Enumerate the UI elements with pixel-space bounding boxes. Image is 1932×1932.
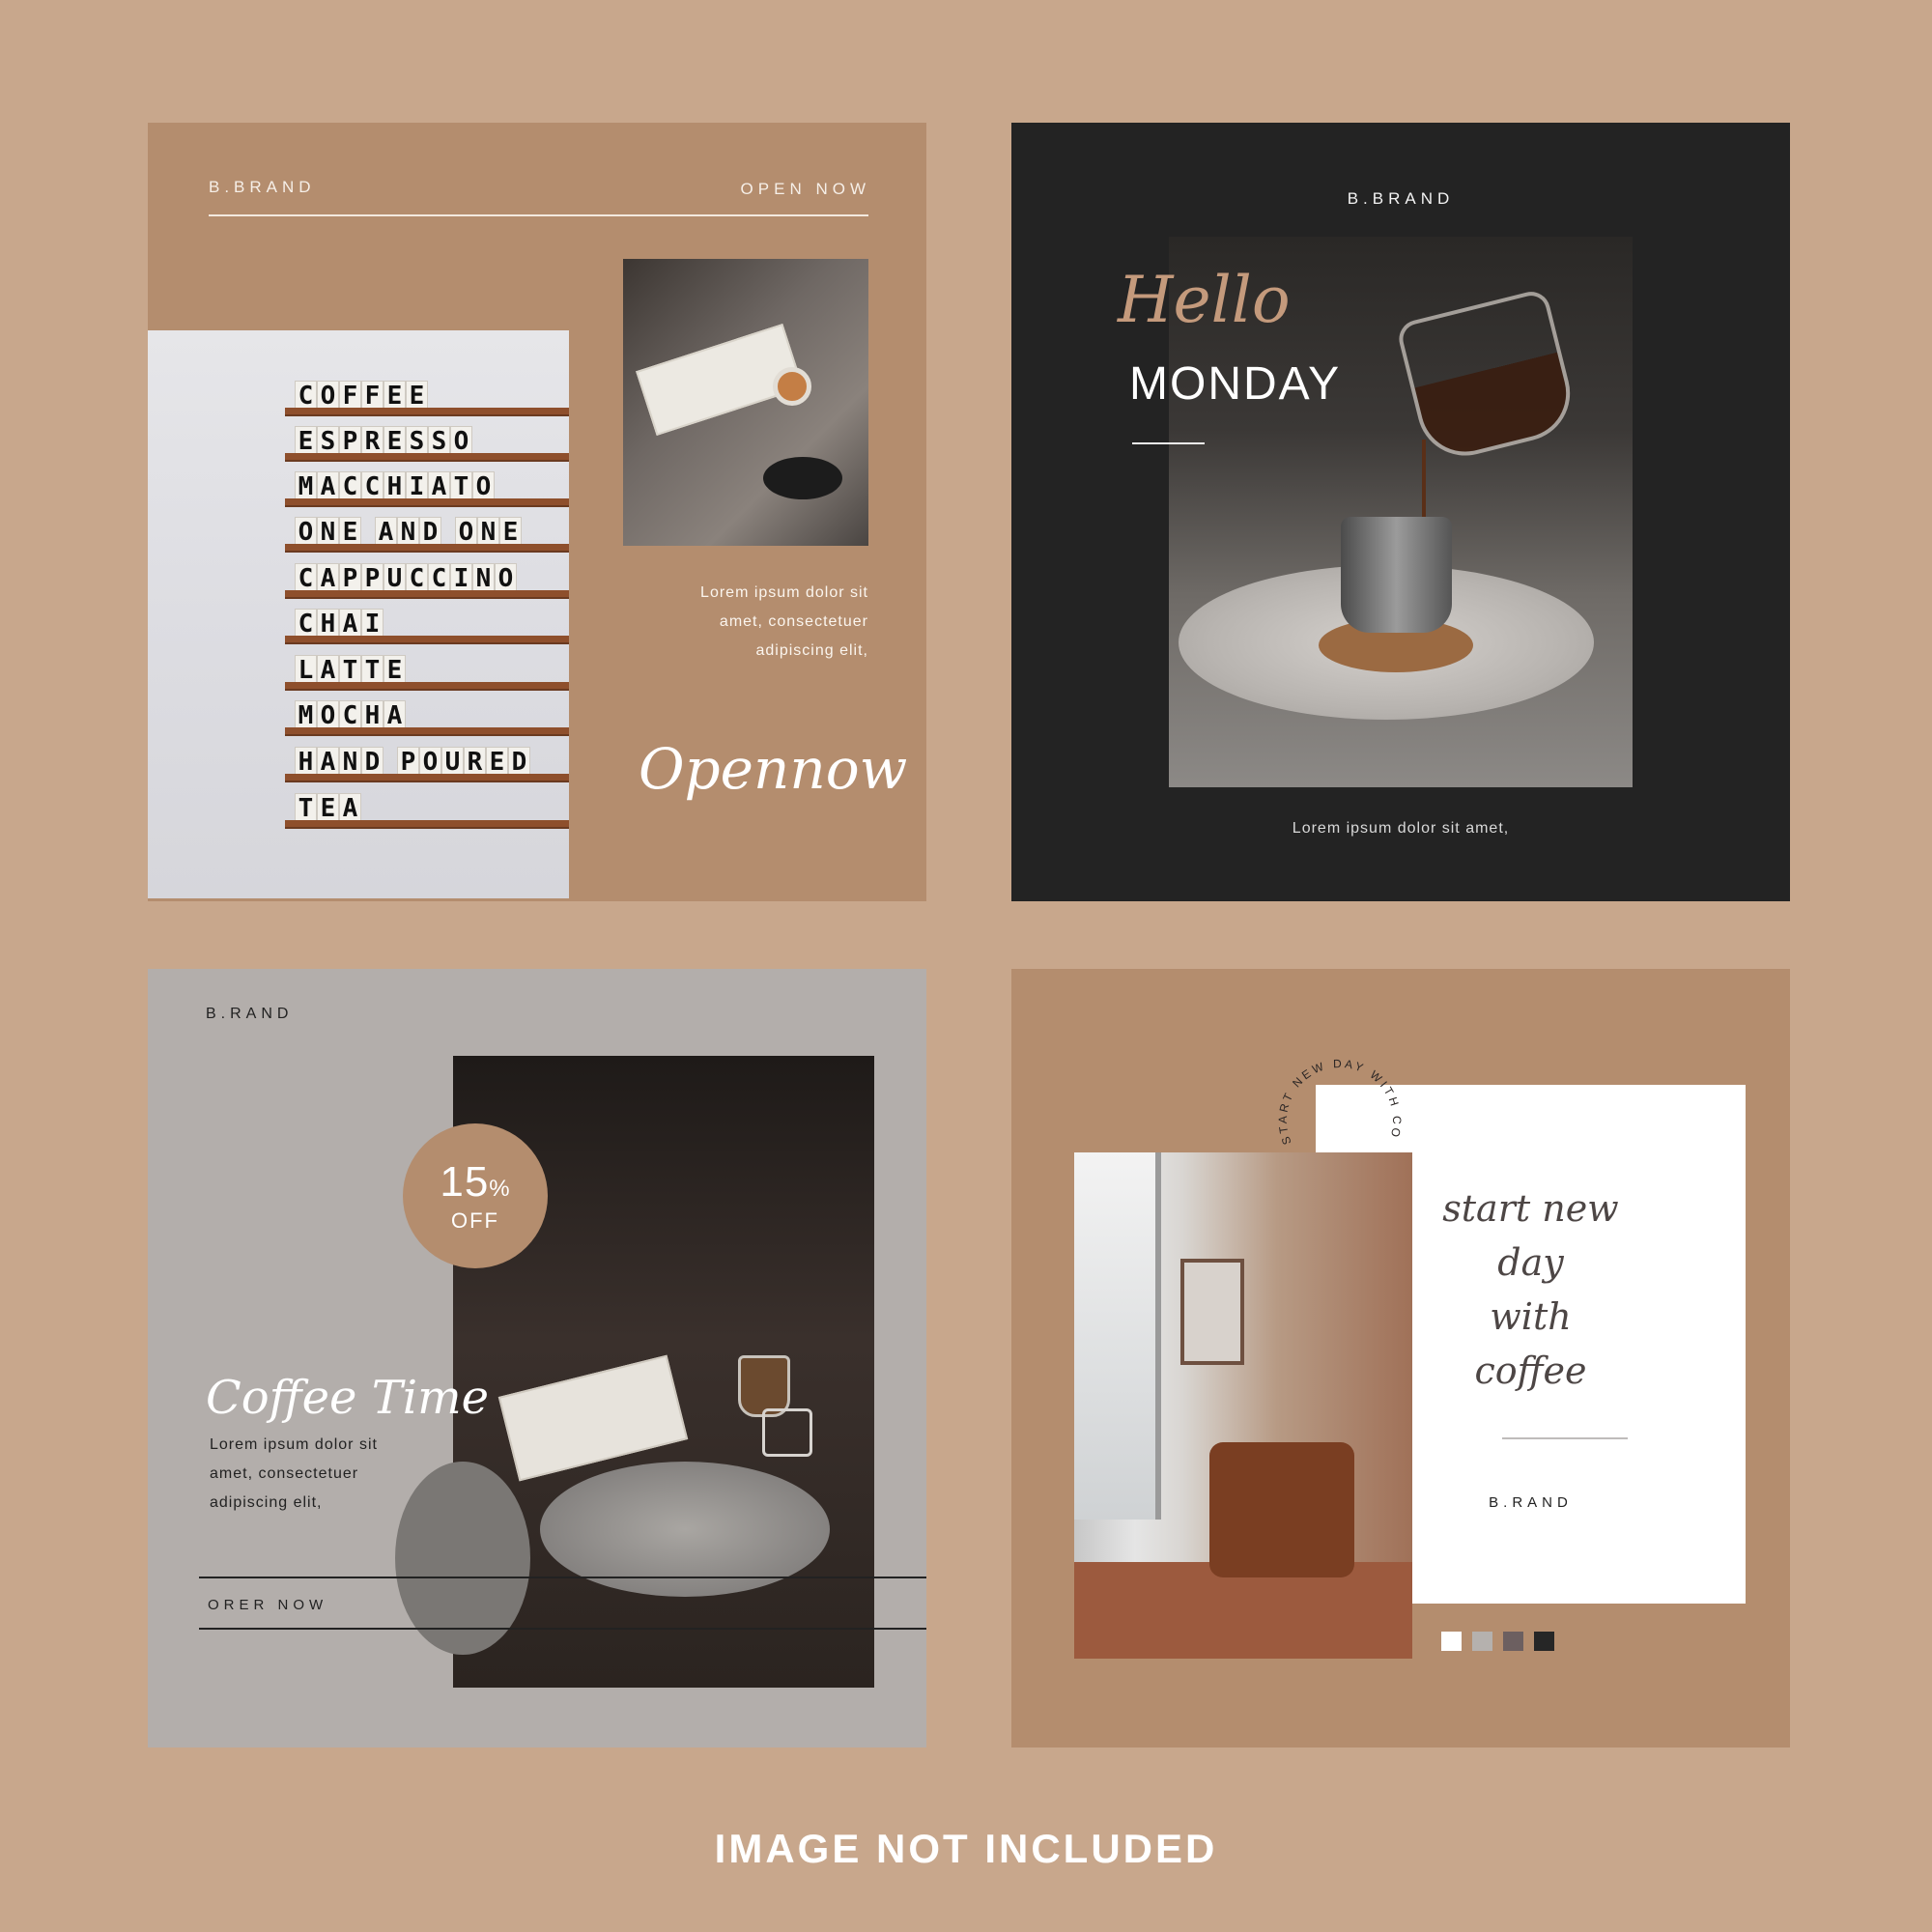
water-glass [762,1408,812,1457]
letterboard-photo: COFFEE ESPRESSO MACCHIATO ONEANDONE CAPPUCCI… [148,330,569,898]
menu-item-label: ESPRESSO [295,426,472,456]
letter-shelf [285,636,569,644]
script-start-new-day: start new day with coffee [1316,1181,1746,1398]
color-palette [1441,1632,1554,1651]
letter-shelf [285,727,569,736]
script-line: coffee [1474,1350,1587,1392]
cta-divider-top [199,1577,926,1578]
body-line: adipiscing elit, [210,1494,323,1511]
post-card-start-new-day: START NEW DAY WITH COFFEE start new day … [1011,969,1790,1747]
body-line: adipiscing elit, [755,642,868,659]
ceramic-cup [1341,517,1452,633]
wall-frame [1180,1259,1244,1365]
panel-divider [1502,1437,1628,1439]
menu-item-label: MOCHA [295,700,406,730]
headline-monday: MONDAY [1129,358,1342,410]
coffee-cup [773,367,811,406]
letter-shelf [285,498,569,507]
body-text: Lorem ipsum dolor sit amet, consectetuer… [210,1431,461,1518]
arc-text: START NEW DAY WITH COFFEE [1263,1037,1401,1147]
caption-text: Lorem ipsum dolor sit amet, [1292,820,1510,837]
script-line: day [1497,1241,1564,1284]
menu-item-label: CAPPUCCINO [295,563,517,593]
body-line: amet, consectetuer [719,613,868,630]
post-card-hello-monday: B.BRAND Hello MONDAY Lorem ipsum dolor s… [1011,123,1790,901]
open-now-label: OPEN NOW [740,180,870,198]
script-line: with [1490,1295,1572,1338]
letter-shelf [285,682,569,691]
menu-item-label: COFFEE [295,381,428,411]
menu-item-label: MACCHIATO [295,471,495,501]
script-hello: Hello [1118,263,1291,337]
body-line: amet, consectetuer [210,1465,359,1482]
script-line: start new [1442,1187,1619,1230]
order-now-link[interactable]: ORER NOW [208,1597,327,1613]
discount-label: OFF [451,1208,499,1233]
menu-item-label: LATTE [295,655,406,685]
menu-item-label: CHAI [295,609,384,639]
window [1074,1152,1161,1520]
script-open-now: Opennow [639,736,908,802]
body-text: Lorem ipsum dolor sit amet, consectetuer… [656,579,868,666]
script-coffee-time: Coffee Time [206,1371,489,1425]
menu-item-label: ONEANDONE [295,517,522,547]
brand-label: B.RAND [1489,1494,1573,1511]
svg-text:START NEW DAY WITH COFFEE: START NEW DAY WITH COFFEE [1263,1037,1404,1147]
cta-divider-bottom [199,1628,926,1630]
header-divider [209,214,868,216]
brand-label: B.BRAND [209,178,316,196]
discount-badge: 15% OFF [403,1123,548,1268]
footer-note: IMAGE NOT INCLUDED [714,1826,1218,1871]
body-line: Lorem ipsum dolor sit [700,584,868,601]
color-swatch [1441,1632,1462,1651]
letter-shelf [285,774,569,782]
letter-shelf [285,453,569,462]
post-card-open-now: B.BRAND OPEN NOW COFFEE ESPRESSO MACCHIATO… [148,123,926,901]
color-swatch [1534,1632,1554,1651]
menu-item-label: TEA [295,793,361,823]
letter-shelf [285,544,569,553]
color-swatch [1503,1632,1523,1651]
magazine-coffee-photo [623,259,868,546]
brand-label: B.RAND [206,1006,294,1022]
menu-item-label: HANDPOURED [295,747,530,777]
letter-shelf [285,820,569,829]
saucer [763,457,842,499]
letter-shelf [285,408,569,416]
post-card-discount: B.RAND 15% OFF Coffee Time Lorem ipsum d… [148,969,926,1747]
letter-shelf [285,590,569,599]
headline-divider [1132,442,1205,444]
color-swatch [1472,1632,1492,1651]
body-line: Lorem ipsum dolor sit [210,1436,378,1453]
brand-label: B.BRAND [1347,189,1455,208]
discount-value: 15% [440,1158,511,1206]
